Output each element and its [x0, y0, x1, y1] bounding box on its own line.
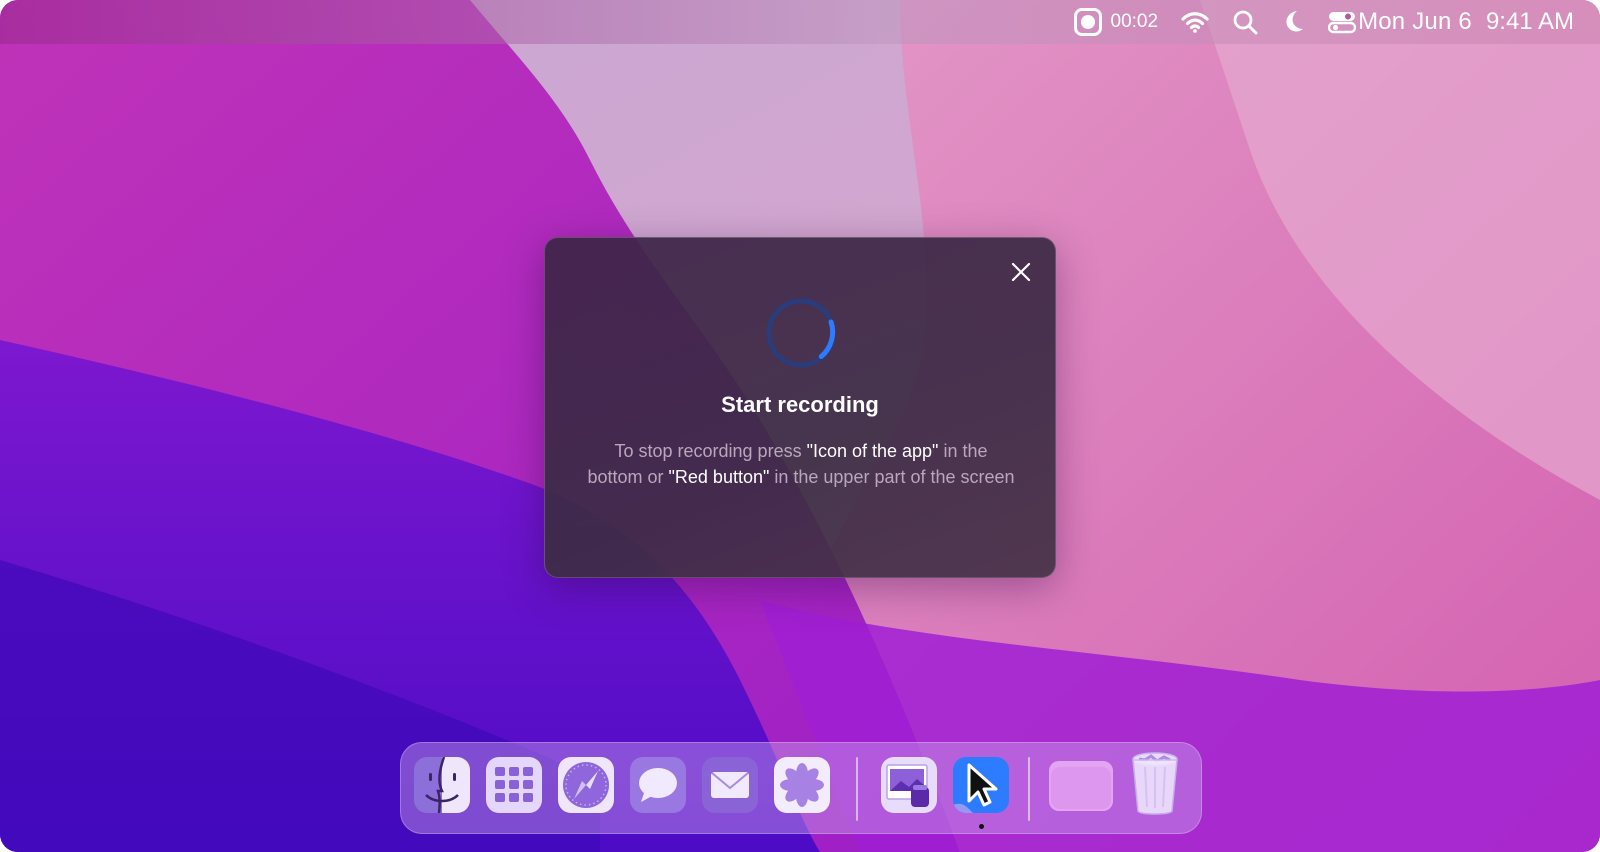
- mail-icon[interactable]: [702, 757, 758, 813]
- launchpad-icon[interactable]: [486, 757, 542, 813]
- recording-indicator[interactable]: 00:02: [1073, 0, 1181, 44]
- instruction-text: in the upper part of the screen: [769, 467, 1015, 487]
- dock-separator: [856, 757, 858, 821]
- finder-icon[interactable]: [414, 757, 470, 813]
- instruction-highlight-app-icon: "Icon of the app": [806, 441, 939, 461]
- trash-icon[interactable]: [1129, 751, 1181, 817]
- safari-icon[interactable]: [558, 757, 614, 813]
- preview-icon[interactable]: [881, 757, 937, 813]
- menu-bar-date[interactable]: Mon Jun 6: [1358, 8, 1472, 36]
- wifi-icon[interactable]: [1180, 10, 1210, 34]
- folder-icon[interactable]: [1049, 761, 1113, 811]
- desktop: 00:02 Mon Jun 6 9:41 AM Start recording …: [0, 0, 1600, 852]
- instruction-highlight-red-button: "Red button": [668, 467, 770, 487]
- dialog-instructions: To stop recording press "Icon of the app…: [585, 438, 1017, 490]
- menu-bar-time[interactable]: 9:41 AM: [1486, 8, 1574, 36]
- running-indicator: [979, 824, 984, 829]
- menu-bar: 00:02 Mon Jun 6 9:41 AM: [0, 0, 1600, 44]
- start-recording-dialog: Start recording To stop recording press …: [544, 237, 1056, 578]
- loading-spinner-icon: [764, 296, 838, 370]
- dialog-title: Start recording: [721, 392, 879, 417]
- instruction-text: To stop recording press: [614, 441, 807, 461]
- dock: [400, 742, 1202, 834]
- search-icon[interactable]: [1232, 9, 1258, 35]
- cursor-app-icon[interactable]: [953, 757, 1009, 813]
- control-center-icon[interactable]: [1328, 10, 1357, 34]
- recording-timer: 00:02: [1110, 11, 1159, 32]
- menu-bar-status-area: 00:02 Mon Jun 6 9:41 AM: [1073, 0, 1574, 44]
- close-icon[interactable]: [1009, 260, 1033, 284]
- photos-icon[interactable]: [774, 757, 830, 813]
- screen-record-icon[interactable]: [1073, 8, 1102, 36]
- messages-icon[interactable]: [630, 757, 686, 813]
- moon-icon[interactable]: [1280, 9, 1306, 35]
- dock-separator: [1028, 757, 1030, 821]
